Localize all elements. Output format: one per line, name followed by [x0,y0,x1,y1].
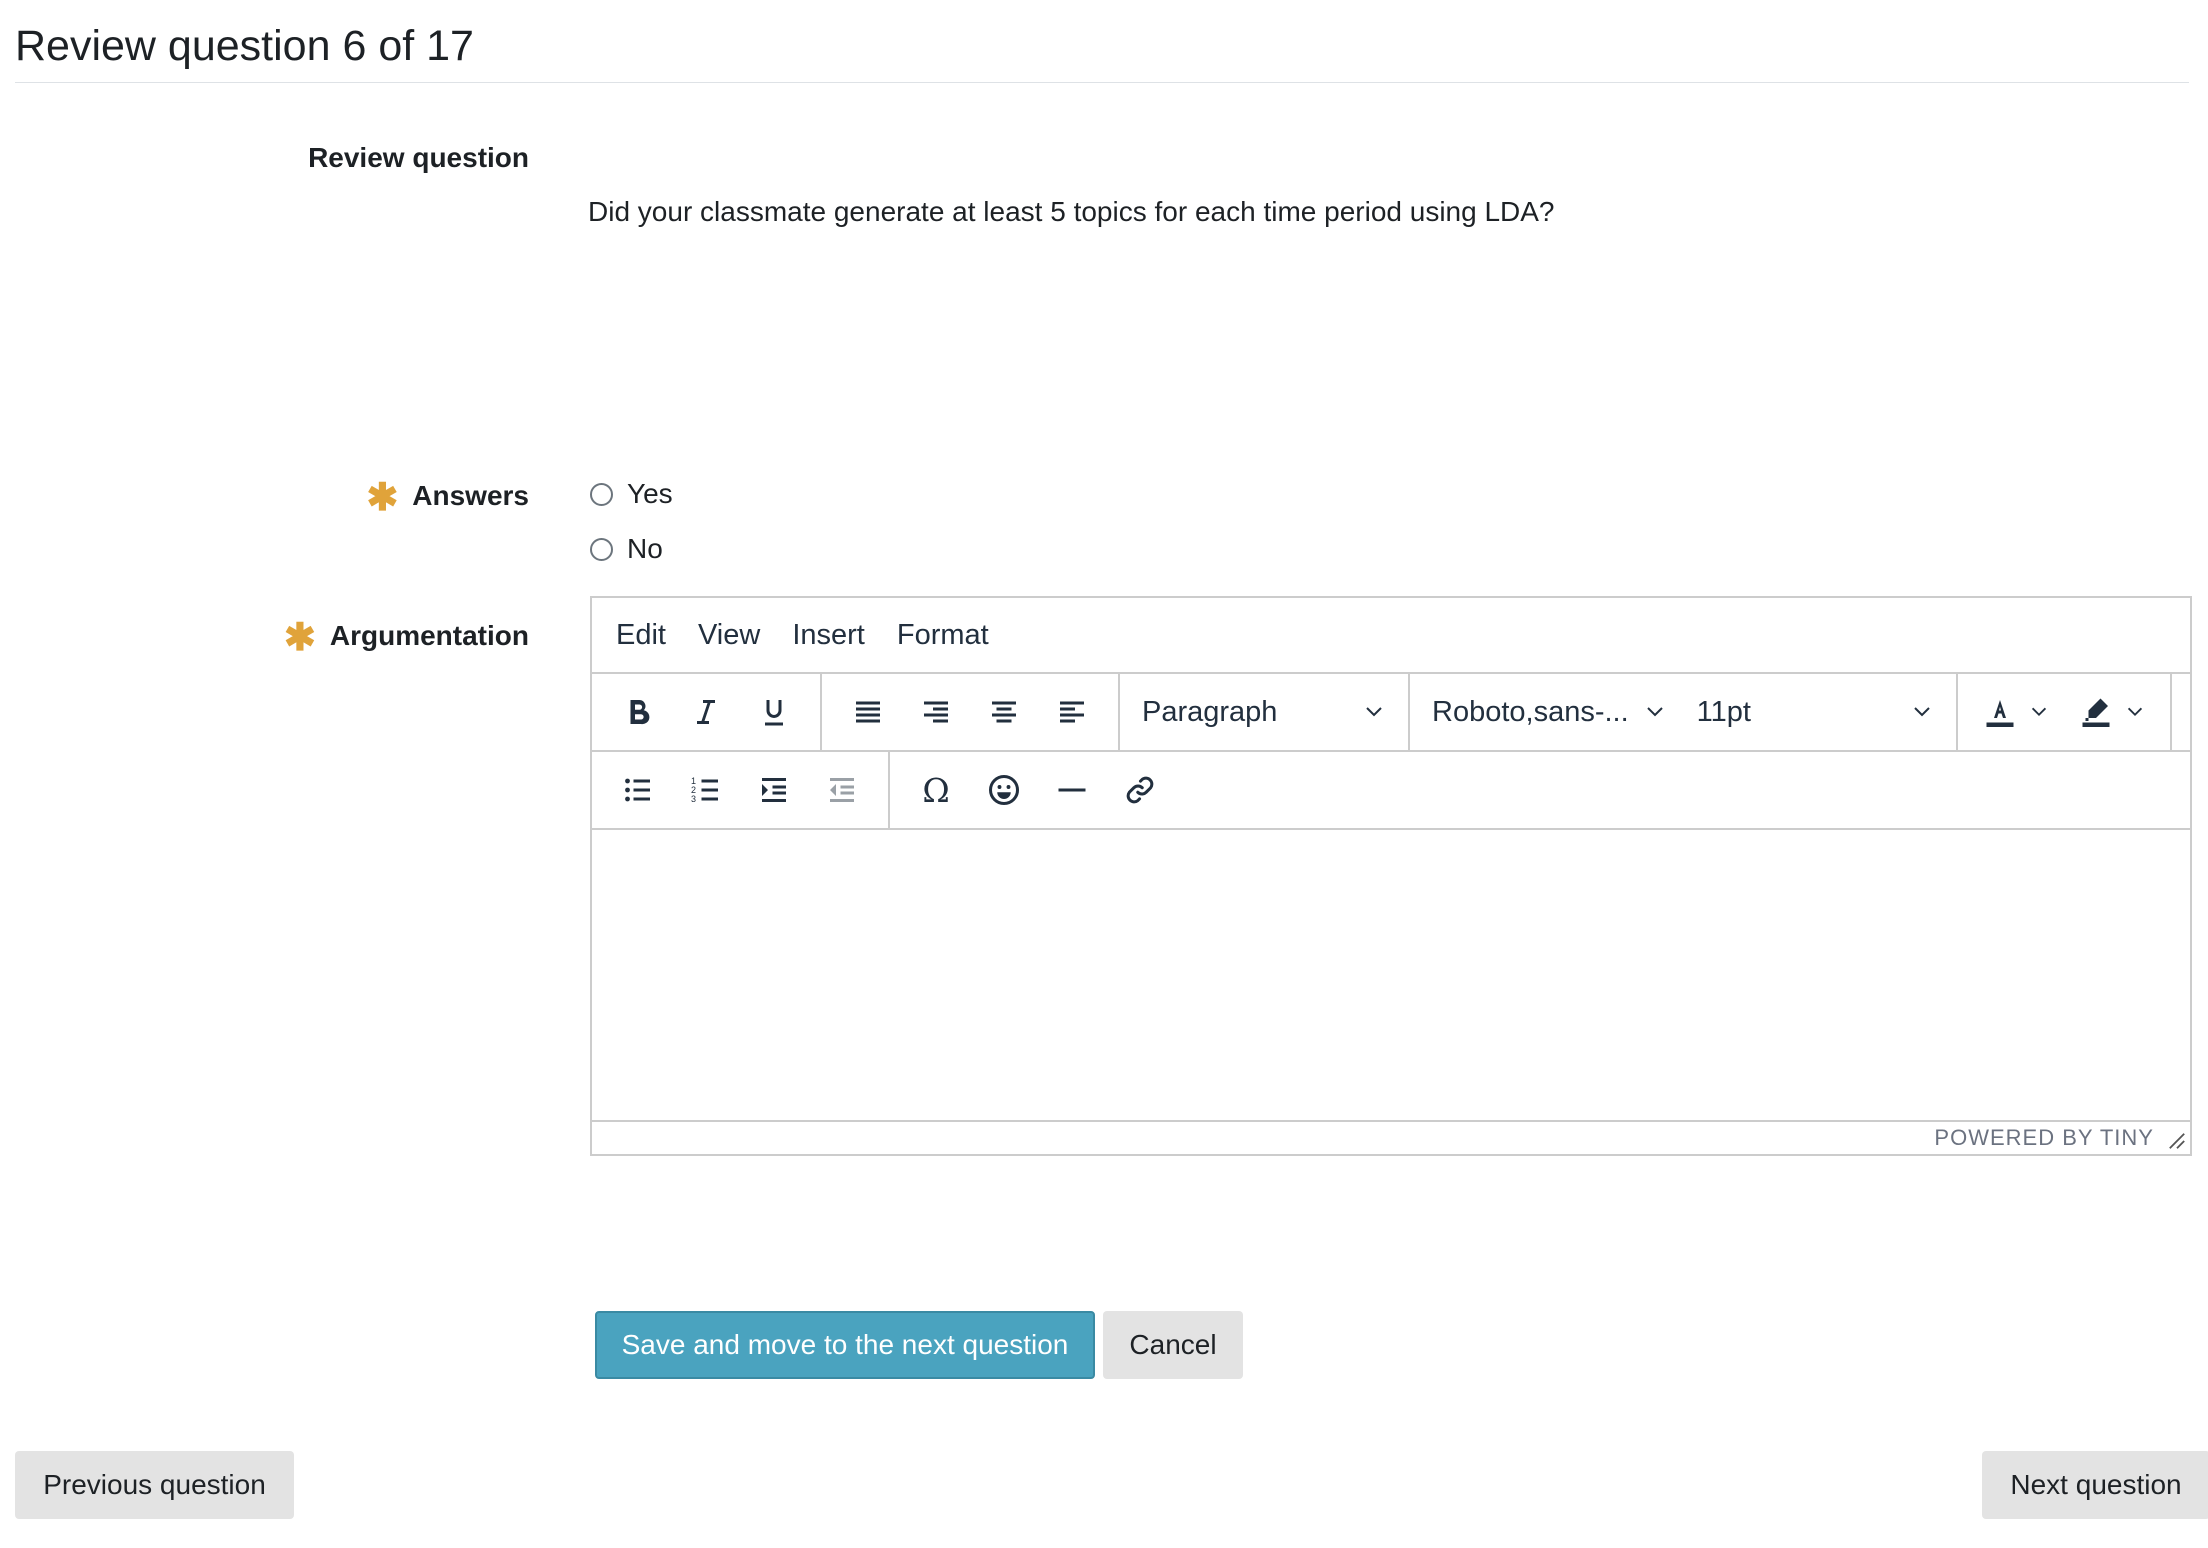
font-group: Roboto,sans-... 11pt [1410,674,1958,750]
color-group [1958,674,2172,750]
text-color-button[interactable] [1970,682,2062,742]
font-family-select[interactable]: Roboto,sans-... [1424,696,1675,729]
menu-format[interactable]: Format [897,619,989,652]
save-next-button[interactable]: Save and move to the next question [595,1311,1095,1379]
menu-insert[interactable]: Insert [792,619,865,652]
svg-text:3: 3 [691,794,696,804]
special-character-icon: Ω [922,772,949,808]
bold-button[interactable] [604,682,672,742]
answer-no-label: No [627,533,663,564]
next-question-button[interactable]: Next question [1982,1451,2208,1519]
answer-option-no[interactable]: No [590,533,663,565]
align-group [822,674,1120,750]
emoji-icon [989,775,1019,805]
block-format-select[interactable]: Paragraph [1134,696,1394,729]
align-justify-button[interactable] [834,682,902,742]
underline-button[interactable] [740,682,808,742]
rich-text-editor: Edit View Insert Format Paragraph Roboto… [590,596,2192,1156]
question-text: Did your classmate generate at least 5 t… [588,196,1555,227]
previous-question-button[interactable]: Previous question [15,1451,294,1519]
highlight-color-icon [2082,698,2110,727]
menu-view[interactable]: View [698,619,760,652]
align-right-button[interactable] [902,682,970,742]
bold-icon [630,700,650,725]
argumentation-label: ✱ Argumentation [284,617,529,659]
radio-no[interactable] [590,537,613,561]
title-divider [15,82,2189,83]
required-icon: ✱ [366,477,399,519]
link-button[interactable] [1106,760,1174,820]
align-left-icon [1060,701,1084,723]
answers-label: ✱ Answers [366,477,529,519]
chevron-down-icon [1366,707,1382,717]
editor-statusbar: POWERED BY TINY [592,1120,2190,1154]
block-format-group: Paragraph [1120,674,1410,750]
answer-option-yes[interactable]: Yes [590,478,673,510]
text-color-icon [1986,700,2014,727]
chevron-down-icon [2127,707,2143,717]
required-icon: ✱ [284,617,316,659]
editor-toolbar-row1: Paragraph Roboto,sans-... 11pt [592,674,2190,752]
indent-icon [762,778,786,802]
answer-yes-label: Yes [627,478,673,509]
bullet-list-icon [625,778,650,802]
underline-icon [765,700,783,726]
align-center-icon [992,701,1016,723]
review-page: Review question 6 of 17 Review question … [0,0,2208,1548]
italic-button[interactable] [672,682,740,742]
italic-icon [697,700,715,724]
outdent-button[interactable] [808,760,876,820]
font-size-select[interactable]: 11pt [1689,696,1942,729]
radio-yes[interactable] [590,482,613,506]
align-left-button[interactable] [1038,682,1106,742]
special-character-button[interactable]: Ω [902,760,970,820]
cancel-button[interactable]: Cancel [1103,1311,1243,1379]
horizontal-rule-button[interactable] [1038,760,1106,820]
horizontal-rule-icon [1058,788,1086,792]
chevron-down-icon [2031,707,2047,717]
link-icon [1126,776,1154,804]
svg-text:Ω: Ω [922,772,949,808]
menu-edit[interactable]: Edit [616,619,666,652]
numbered-list-icon: 123 [691,776,718,804]
bullet-list-button[interactable] [604,760,672,820]
align-justify-icon [856,701,880,723]
outdent-icon [830,778,854,802]
review-question-label: Review question [308,142,529,173]
editor-menubar: Edit View Insert Format [592,598,2190,674]
insert-group: Ω [890,752,1186,828]
highlight-color-button[interactable] [2066,682,2158,742]
indent-button[interactable] [740,760,808,820]
chevron-down-icon [1914,707,1930,717]
numbered-list-button[interactable]: 123 [672,760,740,820]
format-group [592,674,822,750]
list-group: 123 [592,752,890,828]
editor-toolbar-row2: 123 Ω [592,752,2190,830]
page-title: Review question 6 of 17 [15,22,474,70]
align-center-button[interactable] [970,682,1038,742]
align-right-icon [924,701,948,723]
emoji-button[interactable] [970,760,1038,820]
branding-label[interactable]: POWERED BY TINY [1934,1125,2154,1151]
resize-handle-icon[interactable] [2168,1132,2186,1150]
chevron-down-icon [1646,707,1663,717]
editor-content-area[interactable] [592,830,2190,1116]
